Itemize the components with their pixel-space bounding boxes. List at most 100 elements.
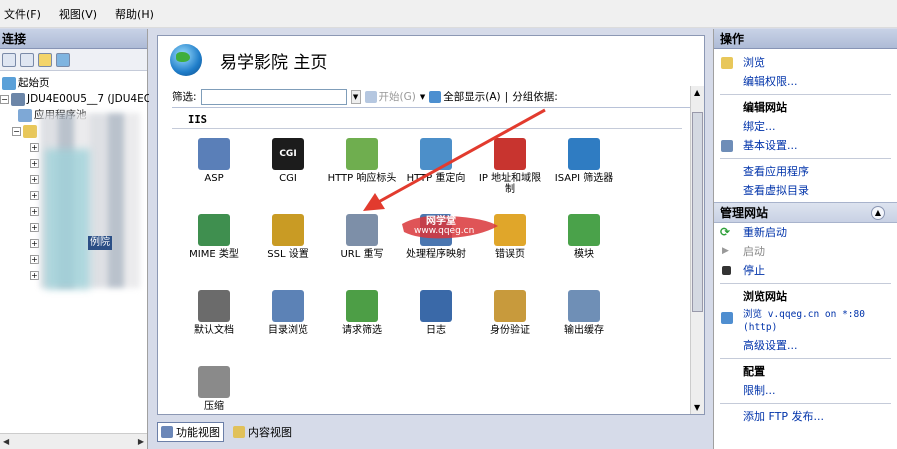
toolbar-separator: | — [504, 90, 509, 103]
feature-tile[interactable]: 请求筛选 — [326, 286, 398, 362]
save-icon[interactable] — [20, 52, 34, 67]
action-stop[interactable]: 停止 — [714, 261, 897, 280]
separator — [720, 358, 891, 359]
start-button[interactable]: 开始(G) — [364, 89, 416, 104]
feature-tile[interactable]: MIME 类型 — [178, 210, 250, 286]
asp-icon — [198, 138, 230, 170]
tree-item-selected-site[interactable]: 例院 — [88, 236, 112, 250]
tab-content-view[interactable]: 内容视图 — [230, 422, 295, 442]
menu-file[interactable]: 文件(F) — [0, 6, 47, 22]
action-basic-settings[interactable]: 基本设置... — [714, 136, 897, 155]
start-page-icon — [2, 76, 16, 90]
configure-heading: 配置 — [743, 365, 765, 378]
expand-expander[interactable]: + — [30, 270, 39, 280]
content-view-icon — [233, 426, 245, 438]
separator — [720, 158, 891, 159]
feature-tile[interactable]: 日志 — [400, 286, 472, 362]
menu-help[interactable]: 帮助(H) — [111, 6, 160, 22]
action-start[interactable]: ▶ 启动 — [714, 242, 897, 261]
app-pool-icon — [18, 108, 32, 122]
browse-site-icon — [721, 312, 733, 324]
collapse-up-icon[interactable]: ▲ — [871, 206, 885, 220]
filter-dropdown-icon[interactable]: ▼ — [350, 89, 361, 104]
connections-panel: 连接 起始页 −JDU4E00U5__7 (JDU4EO 应用程序池 − + +… — [0, 29, 152, 449]
collapse-expander[interactable]: − — [0, 94, 9, 104]
new-connection-icon[interactable] — [2, 52, 16, 67]
restart-icon: ⟳ — [720, 225, 731, 239]
feature-tile[interactable]: ASP — [178, 134, 250, 210]
feature-label: MIME 类型 — [189, 249, 239, 260]
menu-view[interactable]: 视图(V) — [55, 6, 103, 22]
isapi-filter-icon — [568, 138, 600, 170]
modules-icon — [568, 214, 600, 246]
feature-tile[interactable]: 目录浏览 — [252, 286, 324, 362]
globe-icon — [170, 44, 202, 76]
feature-tile[interactable]: ISAPI 筛选器 — [548, 134, 620, 210]
output-caching-icon — [568, 290, 600, 322]
expand-expander[interactable]: + — [30, 206, 39, 216]
scroll-up-icon[interactable]: ▲ — [694, 88, 700, 97]
collapse-expander[interactable]: − — [12, 126, 21, 136]
scroll-down-icon[interactable]: ▼ — [694, 403, 700, 412]
feature-label: 模块 — [574, 249, 594, 260]
expand-expander[interactable]: + — [30, 254, 39, 264]
start-icon: ▶ — [722, 246, 729, 256]
view-tabs: 功能视图 内容视图 — [157, 422, 295, 442]
action-bindings[interactable]: 绑定... — [714, 117, 897, 136]
action-limits[interactable]: 限制... — [714, 381, 897, 400]
action-restart[interactable]: ⟳ 重新启动 — [714, 223, 897, 242]
feature-tile[interactable]: 身份验证 — [474, 286, 546, 362]
server-icon — [11, 92, 25, 106]
up-folder-icon[interactable] — [38, 52, 52, 67]
expand-expander[interactable]: + — [30, 158, 39, 168]
explore-icon — [721, 57, 733, 69]
action-browse-site[interactable]: 浏览 v.qqeg.cn on *:80 (http) — [714, 306, 897, 336]
vertical-scrollbar[interactable]: ▲ ▼ — [690, 86, 704, 414]
compression-icon — [198, 366, 230, 398]
feature-label: ISAPI 筛选器 — [554, 173, 614, 184]
expand-expander[interactable]: + — [30, 238, 39, 248]
expand-expander[interactable]: + — [30, 142, 39, 152]
tree-item-server[interactable]: − JDU4E00U5__7 (JDU4EO — [0, 91, 152, 107]
expand-expander[interactable]: + — [30, 190, 39, 200]
action-explore[interactable]: 浏览 — [714, 53, 897, 72]
filter-label: 筛选: — [172, 91, 197, 103]
group-by-label[interactable]: 分组依据: — [512, 89, 558, 104]
scroll-right-icon[interactable]: ▶ — [138, 437, 144, 446]
feature-label: 错误页 — [495, 249, 525, 260]
authentication-icon — [494, 290, 526, 322]
watermark-brand: 网学堂 — [426, 216, 456, 227]
scroll-left-icon[interactable]: ◀ — [3, 437, 9, 446]
filter-input[interactable] — [200, 88, 347, 105]
feature-tile[interactable]: 模块 — [548, 210, 620, 286]
default-document-icon — [198, 290, 230, 322]
logging-icon — [420, 290, 452, 322]
tree-item-start-page[interactable]: 起始页 — [0, 75, 147, 91]
action-view-applications[interactable]: 查看应用程序 — [714, 162, 897, 181]
chevron-down-icon[interactable]: ▼ — [420, 93, 425, 101]
feature-label: 输出缓存 — [564, 325, 604, 336]
folder-icon — [23, 124, 37, 138]
scroll-thumb[interactable] — [692, 112, 703, 312]
feature-label: 日志 — [426, 325, 446, 336]
annotation-arrow — [363, 108, 546, 211]
horizontal-scrollbar[interactable]: ◀ ▶ — [0, 433, 147, 449]
feature-tile[interactable]: 输出缓存 — [548, 286, 620, 362]
feature-tile[interactable]: URL 重写 — [326, 210, 398, 286]
action-edit-permissions[interactable]: 编辑权限... — [714, 72, 897, 91]
action-view-virtual-directories[interactable]: 查看虚拟目录 — [714, 181, 897, 200]
connect-icon[interactable] — [56, 52, 70, 67]
menu-bar: 文件(F) 视图(V) 帮助(H) — [0, 0, 897, 28]
expand-expander[interactable]: + — [30, 222, 39, 232]
separator — [720, 403, 891, 404]
tab-features-view[interactable]: 功能视图 — [157, 422, 224, 442]
expand-expander[interactable]: + — [30, 174, 39, 184]
show-all-button[interactable]: 全部显示(A) — [429, 89, 501, 104]
action-advanced-settings[interactable]: 高级设置... — [714, 336, 897, 355]
action-add-ftp[interactable]: 添加 FTP 发布... — [714, 407, 897, 426]
mime-types-icon — [198, 214, 230, 246]
watermark-url: www.qqeg.cn — [414, 226, 475, 236]
feature-tile[interactable]: CGI CGI — [252, 134, 324, 210]
feature-tile[interactable]: 默认文档 — [178, 286, 250, 362]
feature-tile[interactable]: SSL 设置 — [252, 210, 324, 286]
